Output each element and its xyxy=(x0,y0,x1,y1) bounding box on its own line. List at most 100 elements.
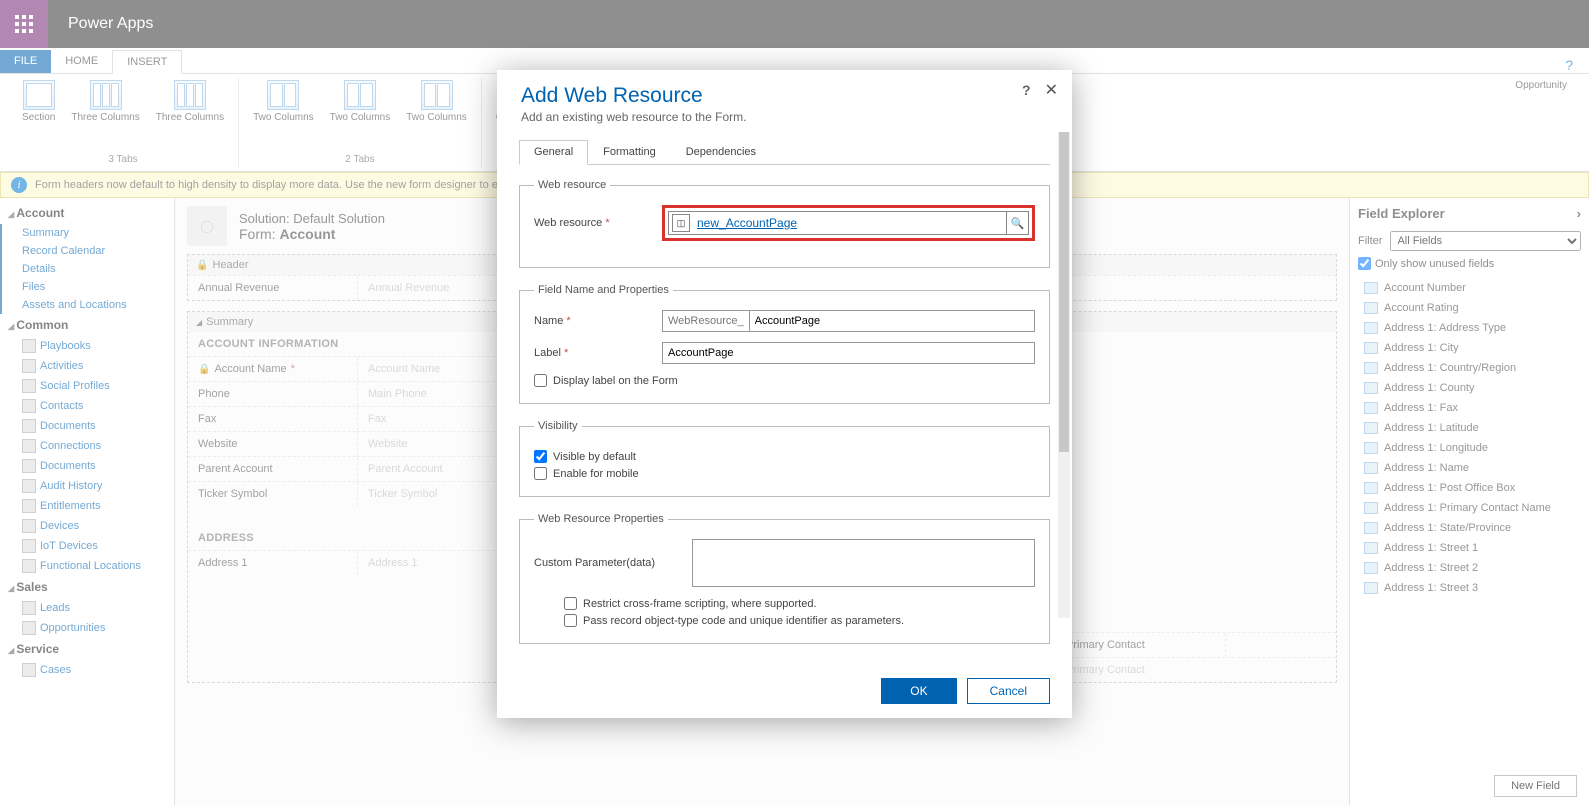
field-list-item[interactable]: Address 1: Street 3 xyxy=(1358,578,1581,598)
dialog-tab-general[interactable]: General xyxy=(519,140,588,165)
nav-item-icon xyxy=(22,539,36,553)
only-unused-checkbox[interactable] xyxy=(1358,257,1371,270)
ribbon-three-cols-b[interactable]: Three Columns xyxy=(150,78,230,125)
nav-common-item[interactable]: Documents xyxy=(0,456,174,476)
ribbon-opportunity[interactable]: Opportunity xyxy=(1509,78,1573,93)
nav-common-item[interactable]: Contacts xyxy=(0,396,174,416)
field-list-item[interactable]: Account Number xyxy=(1358,278,1581,298)
group-legend: Web resource xyxy=(534,179,610,191)
web-resource-lookup[interactable]: ◫ new_AccountPage 🔍 xyxy=(668,211,1029,235)
nav-common-item[interactable]: Social Profiles xyxy=(0,376,174,396)
custom-param-input[interactable] xyxy=(692,539,1035,587)
nav-item-icon xyxy=(22,479,36,493)
help-icon[interactable]: ? xyxy=(1565,57,1573,73)
field-icon xyxy=(1364,582,1378,594)
nav-common-item[interactable]: Functional Locations xyxy=(0,556,174,576)
info-text: Form headers now default to high density… xyxy=(35,179,504,191)
chevron-right-icon[interactable]: › xyxy=(1577,206,1581,221)
lookup-search-icon[interactable]: 🔍 xyxy=(1006,212,1028,234)
nav-common-item[interactable]: Connections xyxy=(0,436,174,456)
field-list-item[interactable]: Address 1: Street 2 xyxy=(1358,558,1581,578)
ribbon-three-cols-a[interactable]: Three Columns xyxy=(65,78,145,125)
custom-param-label: Custom Parameter(data) xyxy=(534,557,684,569)
field-list-item[interactable]: Address 1: State/Province xyxy=(1358,518,1581,538)
ribbon-label: Two Columns xyxy=(330,112,391,123)
ribbon-two-cols-c[interactable]: Two Columns xyxy=(400,78,473,125)
field-placeholder[interactable]: Primary Contact xyxy=(1056,658,1336,682)
nav-common-item[interactable]: Entitlements xyxy=(0,496,174,516)
ribbon-group-right: Opportunity xyxy=(1501,78,1581,167)
label-input[interactable] xyxy=(662,342,1035,364)
nav-common-item[interactable]: Devices xyxy=(0,516,174,536)
field-list-item[interactable]: Address 1: Primary Contact Name xyxy=(1358,498,1581,518)
nav-head-service[interactable]: Service xyxy=(0,638,174,660)
nav-common-item[interactable]: Playbooks xyxy=(0,336,174,356)
tab-insert[interactable]: INSERT xyxy=(112,50,182,74)
nav-record-calendar[interactable]: Record Calendar xyxy=(0,242,174,260)
field-list-item[interactable]: Address 1: Longitude xyxy=(1358,438,1581,458)
field-list-item[interactable]: Address 1: Fax xyxy=(1358,398,1581,418)
field-icon xyxy=(1364,522,1378,534)
new-field-button[interactable]: New Field xyxy=(1494,775,1577,797)
restrict-scripting-checkbox[interactable] xyxy=(564,597,577,610)
nav-item-icon xyxy=(22,499,36,513)
enable-mobile-checkbox[interactable] xyxy=(534,467,547,480)
field-list-item[interactable]: Address 1: Latitude xyxy=(1358,418,1581,438)
field-explorer-title: Field Explorer xyxy=(1358,206,1445,221)
field-icon xyxy=(1364,542,1378,554)
visible-default-checkbox[interactable] xyxy=(534,450,547,463)
ribbon-two-cols-a[interactable]: Two Columns xyxy=(247,78,320,125)
field-icon xyxy=(1364,442,1378,454)
field-list-item[interactable]: Address 1: County xyxy=(1358,378,1581,398)
name-input[interactable] xyxy=(749,310,1035,332)
add-web-resource-dialog: ? ✕ Add Web Resource Add an existing web… xyxy=(497,70,1072,718)
dialog-scrollbar[interactable] xyxy=(1058,132,1070,618)
cancel-button[interactable]: Cancel xyxy=(967,678,1050,704)
nav-item-icon xyxy=(22,339,36,353)
field-icon xyxy=(1364,562,1378,574)
solution-label: Solution: Default Solution xyxy=(239,211,385,226)
ribbon-two-cols-b[interactable]: Two Columns xyxy=(324,78,397,125)
nav-service-item[interactable]: Cases xyxy=(0,660,174,680)
group-legend: Visibility xyxy=(534,420,582,432)
nav-item-icon xyxy=(22,601,36,615)
field-list-item[interactable]: Address 1: Street 1 xyxy=(1358,538,1581,558)
nav-common-item[interactable]: Documents xyxy=(0,416,174,436)
ok-button[interactable]: OK xyxy=(881,678,956,704)
nav-head-common[interactable]: Common xyxy=(0,314,174,336)
field-list-item[interactable]: Address 1: Address Type xyxy=(1358,318,1581,338)
field-list-item[interactable]: Account Rating xyxy=(1358,298,1581,318)
field-label: Ticker Symbol xyxy=(188,482,358,506)
nav-summary[interactable]: Summary xyxy=(0,224,174,242)
nav-item-icon xyxy=(22,621,36,635)
dialog-tab-dependencies[interactable]: Dependencies xyxy=(671,140,771,164)
tab-home[interactable]: HOME xyxy=(51,50,112,73)
nav-common-item[interactable]: Activities xyxy=(0,356,174,376)
pass-record-checkbox[interactable] xyxy=(564,614,577,627)
nav-details[interactable]: Details xyxy=(0,260,174,278)
field-list-item[interactable]: Address 1: Post Office Box xyxy=(1358,478,1581,498)
filter-select[interactable]: All Fields xyxy=(1390,231,1581,251)
dialog-close-icon[interactable]: ✕ xyxy=(1045,80,1058,100)
field-list-item[interactable]: Address 1: City xyxy=(1358,338,1581,358)
nav-files[interactable]: Files xyxy=(0,278,174,296)
group-legend: Web Resource Properties xyxy=(534,513,668,525)
nav-common-item[interactable]: Audit History xyxy=(0,476,174,496)
field-list-item[interactable]: Address 1: Country/Region xyxy=(1358,358,1581,378)
nav-common-item[interactable]: IoT Devices xyxy=(0,536,174,556)
nav-head-account[interactable]: Account xyxy=(0,202,174,224)
field-list-item[interactable]: Address 1: Name xyxy=(1358,458,1581,478)
display-label-checkbox[interactable] xyxy=(534,374,547,387)
nav-sales-item[interactable]: Leads xyxy=(0,598,174,618)
tab-file[interactable]: FILE xyxy=(0,50,51,73)
dialog-help-icon[interactable]: ? xyxy=(1022,82,1031,98)
web-resource-value[interactable]: new_AccountPage xyxy=(693,216,1006,230)
dialog-tabs: General Formatting Dependencies xyxy=(519,140,1050,165)
dialog-tab-formatting[interactable]: Formatting xyxy=(588,140,671,164)
nav-head-sales[interactable]: Sales xyxy=(0,576,174,598)
ribbon-section[interactable]: Section xyxy=(16,78,61,125)
nav-sales-item[interactable]: Opportunities xyxy=(0,618,174,638)
field-icon xyxy=(1364,422,1378,434)
app-launcher-icon[interactable] xyxy=(0,0,48,48)
nav-assets[interactable]: Assets and Locations xyxy=(0,296,174,314)
